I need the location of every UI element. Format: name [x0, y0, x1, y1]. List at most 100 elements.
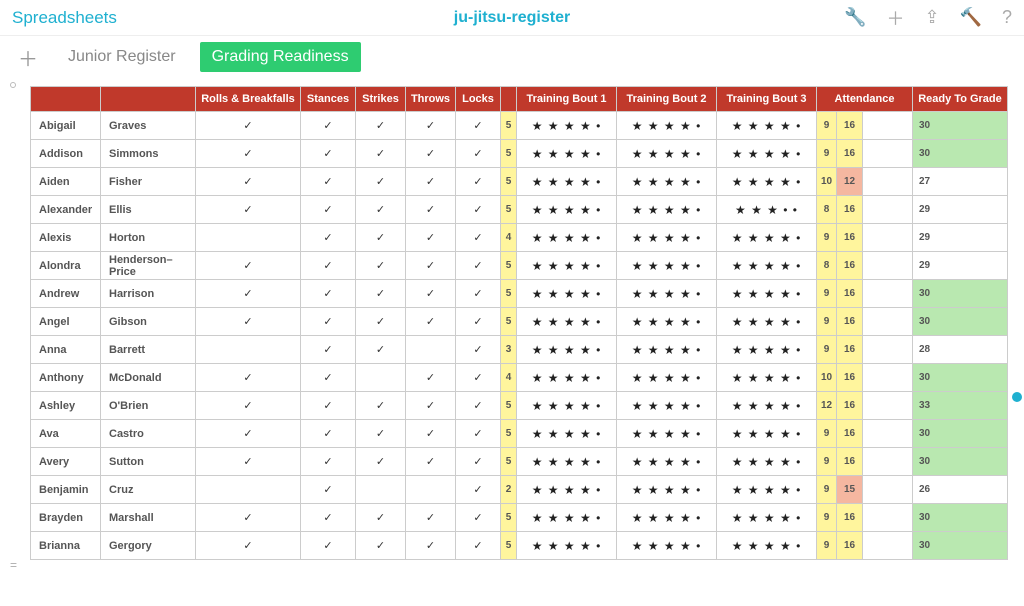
- cell-stances[interactable]: ✓: [301, 196, 356, 224]
- cell-attend-b[interactable]: 16: [837, 252, 863, 280]
- cell-attend-b[interactable]: 16: [837, 112, 863, 140]
- cell-attend-gap[interactable]: [863, 448, 913, 476]
- cell-rolls[interactable]: ✓: [196, 308, 301, 336]
- cell-ready[interactable]: 30: [913, 504, 1008, 532]
- cell-bout2[interactable]: ★ ★ ★ ★ •: [617, 280, 717, 308]
- cell-attend-gap[interactable]: [863, 532, 913, 560]
- cell-stances[interactable]: ✓: [301, 392, 356, 420]
- cell-bout1[interactable]: ★ ★ ★ ★ •: [517, 224, 617, 252]
- cell-locks[interactable]: ✓: [456, 196, 501, 224]
- cell-stances[interactable]: ✓: [301, 420, 356, 448]
- cell-firstname[interactable]: Alondra: [31, 252, 101, 280]
- cell-ready[interactable]: 29: [913, 224, 1008, 252]
- cell-attend-b[interactable]: 16: [837, 336, 863, 364]
- cell-attend-gap[interactable]: [863, 280, 913, 308]
- cell-bout3[interactable]: ★ ★ ★ ★ •: [717, 168, 817, 196]
- cell-attend-gap[interactable]: [863, 196, 913, 224]
- cell-rolls[interactable]: ✓: [196, 196, 301, 224]
- cell-bout1[interactable]: ★ ★ ★ ★ •: [517, 448, 617, 476]
- add-icon[interactable]: ＋: [886, 5, 904, 31]
- cell-ready[interactable]: 30: [913, 280, 1008, 308]
- cell-lastname[interactable]: Gibson: [101, 308, 196, 336]
- cell-bout3[interactable]: ★ ★ ★ ★ •: [717, 448, 817, 476]
- cell-bout2[interactable]: ★ ★ ★ ★ •: [617, 420, 717, 448]
- cell-firstname[interactable]: Abigail: [31, 112, 101, 140]
- cell-lastname[interactable]: Cruz: [101, 476, 196, 504]
- cell-firstname[interactable]: Alexander: [31, 196, 101, 224]
- cell-attend-a[interactable]: 9: [817, 112, 837, 140]
- formula-indicator[interactable]: =: [10, 558, 17, 572]
- cell-bout1[interactable]: ★ ★ ★ ★ •: [517, 140, 617, 168]
- cell-ready[interactable]: 26: [913, 476, 1008, 504]
- cell-attend-b[interactable]: 16: [837, 504, 863, 532]
- cell-bout1[interactable]: ★ ★ ★ ★ •: [517, 532, 617, 560]
- cell-strikes[interactable]: ✓: [356, 336, 406, 364]
- share-icon[interactable]: ⇪: [924, 7, 939, 28]
- table-row[interactable]: AngelGibson✓✓✓✓✓5★ ★ ★ ★ •★ ★ ★ ★ •★ ★ ★…: [31, 308, 1008, 336]
- add-sheet-button[interactable]: ＋: [12, 43, 44, 72]
- cell-stances[interactable]: ✓: [301, 364, 356, 392]
- cell-attend-a[interactable]: 12: [817, 392, 837, 420]
- table-row[interactable]: AshleyO'Brien✓✓✓✓✓5★ ★ ★ ★ •★ ★ ★ ★ •★ ★…: [31, 392, 1008, 420]
- cell-checkcount[interactable]: 5: [501, 392, 517, 420]
- cell-attend-gap[interactable]: [863, 140, 913, 168]
- cell-stances[interactable]: ✓: [301, 336, 356, 364]
- cell-bout3[interactable]: ★ ★ ★ ★ •: [717, 532, 817, 560]
- cell-firstname[interactable]: Aiden: [31, 168, 101, 196]
- cell-lastname[interactable]: Sutton: [101, 448, 196, 476]
- cell-attend-b[interactable]: 16: [837, 392, 863, 420]
- cell-rolls[interactable]: [196, 336, 301, 364]
- cell-ready[interactable]: 30: [913, 532, 1008, 560]
- cell-strikes[interactable]: ✓: [356, 224, 406, 252]
- cell-bout2[interactable]: ★ ★ ★ ★ •: [617, 252, 717, 280]
- cell-throws[interactable]: ✓: [406, 280, 456, 308]
- cell-throws[interactable]: [406, 476, 456, 504]
- cell-attend-b[interactable]: 12: [837, 168, 863, 196]
- table-row[interactable]: AidenFisher✓✓✓✓✓5★ ★ ★ ★ •★ ★ ★ ★ •★ ★ ★…: [31, 168, 1008, 196]
- cell-attend-gap[interactable]: [863, 168, 913, 196]
- cell-ready[interactable]: 30: [913, 364, 1008, 392]
- cell-rolls[interactable]: [196, 476, 301, 504]
- cell-locks[interactable]: ✓: [456, 392, 501, 420]
- cell-strikes[interactable]: ✓: [356, 140, 406, 168]
- cell-attend-b[interactable]: 15: [837, 476, 863, 504]
- cell-checkcount[interactable]: 5: [501, 448, 517, 476]
- grading-table[interactable]: Rolls & Breakfalls Stances Strikes Throw…: [30, 86, 1008, 560]
- cell-bout1[interactable]: ★ ★ ★ ★ •: [517, 504, 617, 532]
- cell-attend-b[interactable]: 16: [837, 308, 863, 336]
- cell-rolls[interactable]: ✓: [196, 448, 301, 476]
- cell-strikes[interactable]: ✓: [356, 252, 406, 280]
- cell-checkcount[interactable]: 5: [501, 308, 517, 336]
- cell-lastname[interactable]: Henderson–Price: [101, 252, 196, 280]
- cell-checkcount[interactable]: 4: [501, 224, 517, 252]
- cell-strikes[interactable]: ✓: [356, 504, 406, 532]
- cell-bout1[interactable]: ★ ★ ★ ★ •: [517, 308, 617, 336]
- cell-throws[interactable]: ✓: [406, 112, 456, 140]
- cell-locks[interactable]: ✓: [456, 364, 501, 392]
- cell-bout3[interactable]: ★ ★ ★ • •: [717, 196, 817, 224]
- cell-checkcount[interactable]: 5: [501, 196, 517, 224]
- cell-strikes[interactable]: [356, 364, 406, 392]
- cell-bout3[interactable]: ★ ★ ★ ★ •: [717, 504, 817, 532]
- cell-lastname[interactable]: Harrison: [101, 280, 196, 308]
- cell-ready[interactable]: 30: [913, 112, 1008, 140]
- cell-stances[interactable]: ✓: [301, 168, 356, 196]
- cell-attend-a[interactable]: 9: [817, 476, 837, 504]
- selection-handle[interactable]: [1012, 392, 1022, 402]
- cell-stances[interactable]: ✓: [301, 224, 356, 252]
- cell-lastname[interactable]: Horton: [101, 224, 196, 252]
- tools-icon[interactable]: 🔧: [844, 7, 866, 28]
- cell-rolls[interactable]: ✓: [196, 112, 301, 140]
- cell-attend-a[interactable]: 9: [817, 420, 837, 448]
- cell-attend-gap[interactable]: [863, 504, 913, 532]
- cell-attend-gap[interactable]: [863, 476, 913, 504]
- help-icon[interactable]: ?: [1002, 7, 1012, 28]
- cell-lastname[interactable]: Castro: [101, 420, 196, 448]
- cell-firstname[interactable]: Alexis: [31, 224, 101, 252]
- table-row[interactable]: AvaCastro✓✓✓✓✓5★ ★ ★ ★ •★ ★ ★ ★ •★ ★ ★ ★…: [31, 420, 1008, 448]
- cell-locks[interactable]: ✓: [456, 252, 501, 280]
- cell-bout3[interactable]: ★ ★ ★ ★ •: [717, 280, 817, 308]
- cell-firstname[interactable]: Brianna: [31, 532, 101, 560]
- cell-attend-gap[interactable]: [863, 420, 913, 448]
- cell-ready[interactable]: 33: [913, 392, 1008, 420]
